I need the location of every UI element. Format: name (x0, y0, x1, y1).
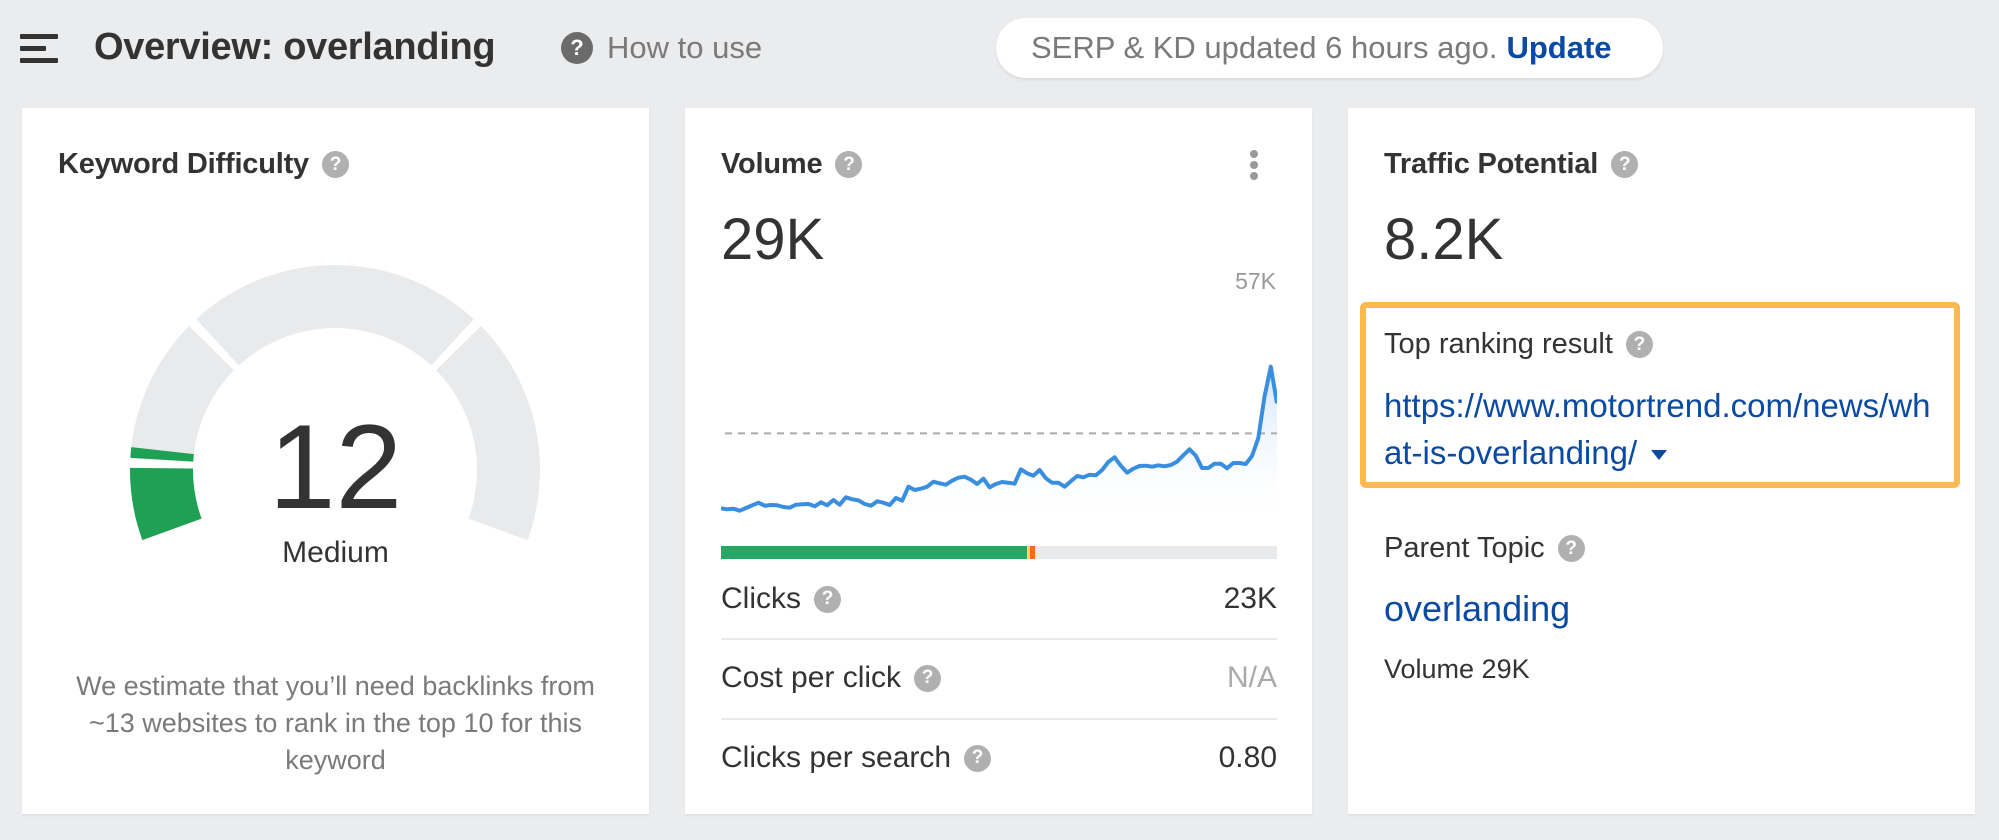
kd-level-label: Medium (282, 536, 389, 569)
traffic-potential-card: Traffic Potential ? 8.2K Top ranking res… (1348, 108, 1975, 814)
gauge-segment (196, 264, 474, 366)
tp-value: 8.2K (1384, 207, 1504, 272)
metric-value: 0.80 (1218, 741, 1277, 774)
page-title: Overview: overlanding (94, 26, 496, 68)
volume-card: Volume ? 29K 57K Clicks? 23K Cost per cl… (685, 108, 1312, 814)
top-ranking-result-highlight: Top ranking result ? https://www.motortr… (1360, 302, 1960, 488)
metric-row-clicks: Clicks? 23K (721, 560, 1277, 638)
caret-down-icon[interactable] (1651, 450, 1668, 461)
metric-value: 23K (1223, 582, 1277, 615)
clicks-distribution-bar (721, 546, 1277, 559)
metric-label: Clicks per search (721, 741, 952, 774)
clicks-segment-paid (1030, 546, 1036, 559)
metric-row-cpc: Cost per click? N/A (721, 638, 1277, 716)
parent-topic-link[interactable]: overlanding (1384, 588, 1570, 630)
kd-score: 12 (268, 400, 403, 534)
help-icon[interactable]: ? (964, 744, 992, 772)
parent-topic-label-text: Parent Topic (1384, 532, 1545, 564)
hamburger-menu-icon[interactable] (20, 34, 58, 64)
volume-trend-chart[interactable] (721, 298, 1277, 538)
help-icon[interactable]: ? (814, 585, 841, 613)
help-icon[interactable]: ? (835, 151, 863, 178)
parent-topic-label: Parent Topic ? (1384, 532, 1585, 565)
metric-label: Clicks (721, 582, 801, 615)
update-link[interactable]: Update (1506, 30, 1611, 66)
help-icon[interactable]: ? (1625, 331, 1653, 358)
clicks-segment-organic (721, 546, 1027, 559)
top-ranking-url-container: https://www.motortrend.com/news/what-is-… (1384, 382, 1944, 476)
how-to-use-link[interactable]: ? How to use (561, 30, 762, 66)
top-ranking-label: Top ranking result ? (1384, 328, 1653, 361)
metric-value: N/A (1226, 661, 1277, 694)
chart-max-label: 57K (1235, 268, 1276, 294)
top-ranking-label-text: Top ranking result (1384, 328, 1613, 360)
volume-title: Volume ? (721, 148, 863, 181)
tp-title: Traffic Potential ? (1384, 148, 1639, 181)
metric-label: Cost per click (721, 661, 902, 694)
update-status-pill: SERP & KD updated 6 hours ago. Update (996, 18, 1663, 78)
keyword-difficulty-card: Keyword Difficulty ? 12 Medium We estima… (22, 108, 649, 814)
help-icon[interactable]: ? (1611, 151, 1639, 178)
volume-title-text: Volume (721, 148, 823, 180)
help-icon[interactable]: ? (914, 664, 942, 692)
update-status-text: SERP & KD updated 6 hours ago. (1031, 30, 1498, 65)
metric-row-clicks-per-search: Clicks per search? 0.80 (721, 718, 1277, 796)
top-bar: Overview: overlanding ? How to use SERP … (0, 0, 1999, 100)
tp-title-text: Traffic Potential (1384, 148, 1599, 180)
volume-value: 29K (721, 207, 825, 272)
help-icon[interactable]: ? (1557, 535, 1585, 562)
how-to-use-label: How to use (607, 30, 763, 65)
parent-topic-volume: Volume 29K (1384, 654, 1530, 684)
kd-description: We estimate that you’ll need backlinks f… (76, 671, 595, 775)
kebab-menu-icon[interactable] (1248, 148, 1260, 184)
help-circle-icon: ? (561, 32, 593, 64)
